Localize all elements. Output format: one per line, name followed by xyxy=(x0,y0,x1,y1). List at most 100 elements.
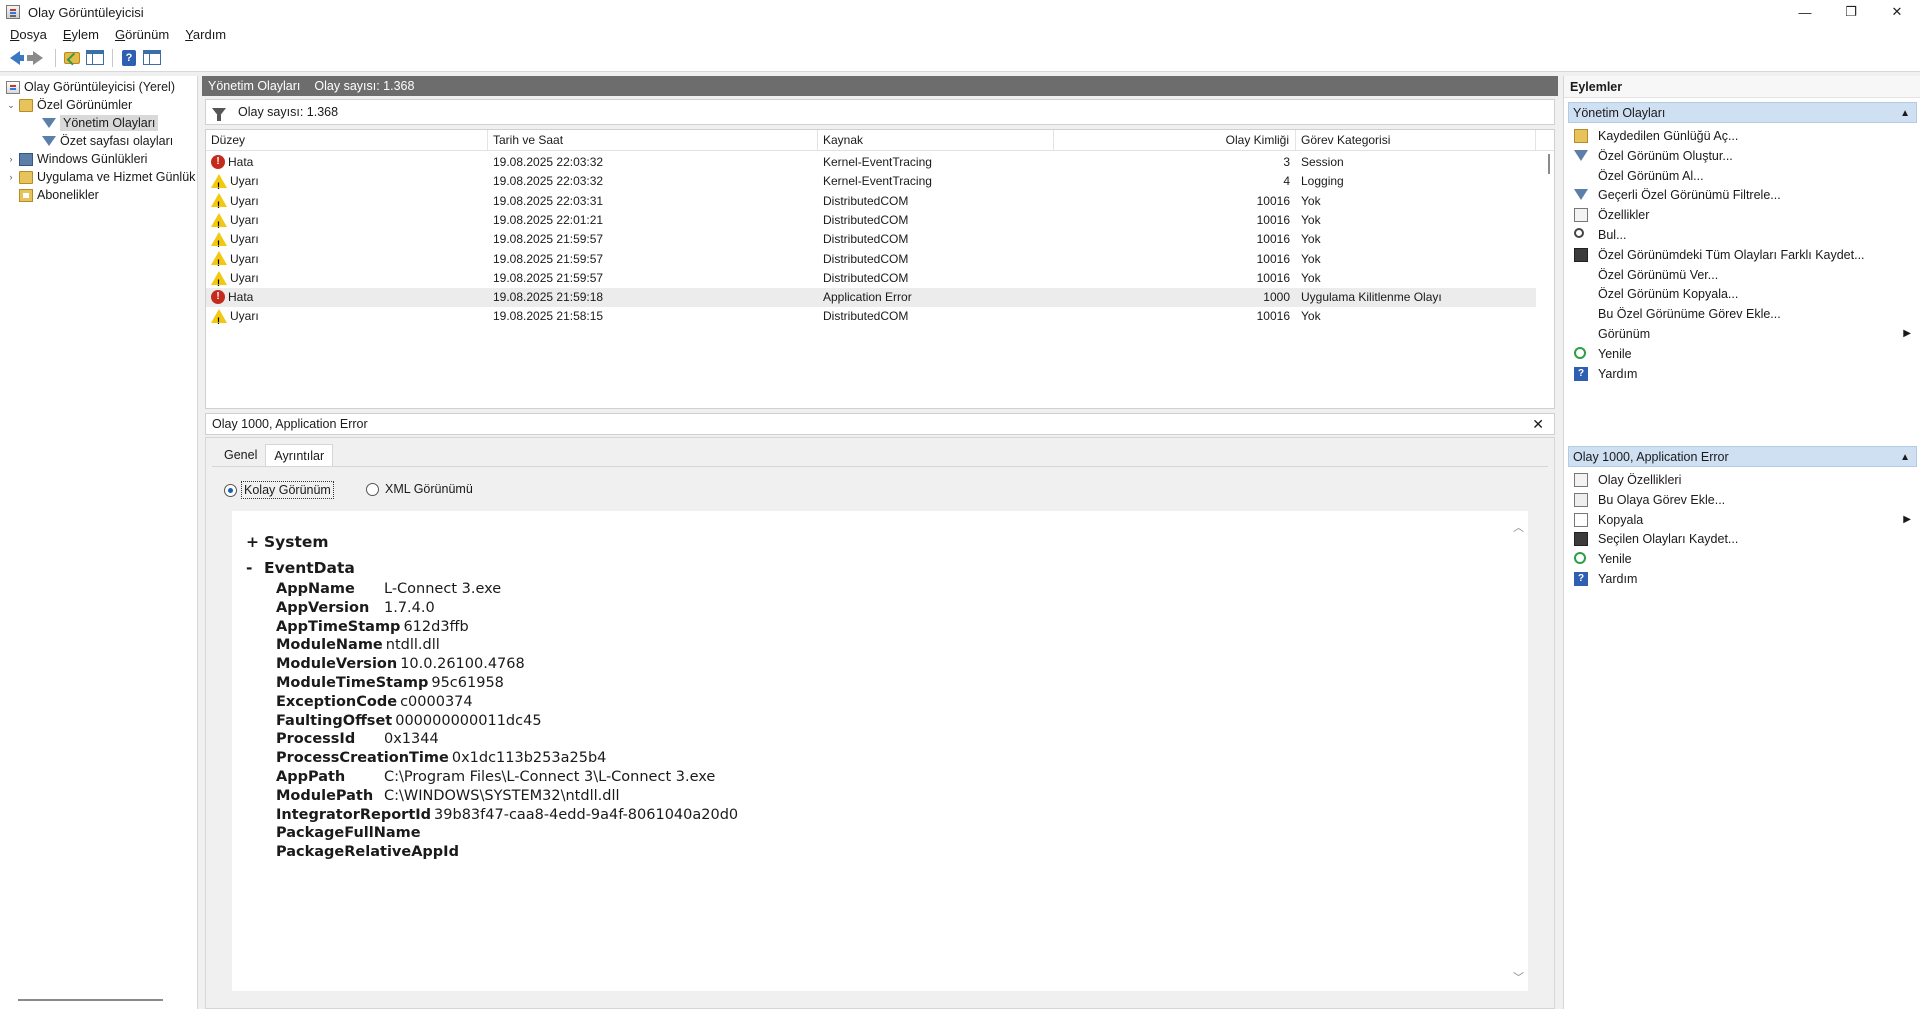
save-icon xyxy=(1574,247,1588,262)
show-hide-tree-button[interactable] xyxy=(84,47,106,69)
actions-section-admin-events[interactable]: Yönetim Olayları ▲ xyxy=(1568,102,1917,123)
tab-general[interactable]: Genel xyxy=(216,444,265,466)
cell-text: Uyarı xyxy=(230,251,259,266)
tree-node-app-service-logs[interactable]: › Uygulama ve Hizmet Günlük xyxy=(6,168,196,186)
tree-node-label: Özel Görünümler xyxy=(37,98,133,112)
column-header-datetime[interactable]: Tarih ve Saat xyxy=(488,130,818,151)
field-value: c0000374 xyxy=(400,693,473,710)
collapse-section-icon[interactable]: ▲ xyxy=(1900,447,1910,468)
back-button[interactable] xyxy=(4,47,26,69)
table-row[interactable]: ! Uyarı 19.08.2025 22:03:32 Kernel-EventTra… xyxy=(206,172,1536,191)
action-item[interactable]: ? Yardım xyxy=(1568,569,1917,589)
friendly-view-radio[interactable] xyxy=(224,483,237,497)
field-value: C:\Program Files\L-Connect 3\L-Connect 3… xyxy=(384,769,716,785)
action-item[interactable]: Özel Görünümü Ver... xyxy=(1568,265,1917,285)
tree-node-windows-logs[interactable]: › Windows Günlükleri xyxy=(6,150,148,168)
table-row[interactable]: ! Uyarı 19.08.2025 22:01:21 DistributedCOM 1… xyxy=(206,211,1536,230)
show-hide-action-pane-button[interactable] xyxy=(141,47,163,69)
table-row[interactable]: ! Hata 19.08.2025 21:59:18 Application Erro… xyxy=(206,288,1536,308)
actions-section-event[interactable]: Olay 1000, Application Error ▲ xyxy=(1568,446,1917,467)
tree-node-admin-events[interactable]: Yönetim Olayları xyxy=(42,114,159,132)
close-button[interactable]: ✕ xyxy=(1874,0,1920,24)
tree-node-subscriptions[interactable]: Abonelikler xyxy=(6,186,99,204)
table-row[interactable]: ! Uyarı 19.08.2025 21:59:57 DistributedCOM 1… xyxy=(206,269,1536,288)
column-header-level[interactable]: Düzey xyxy=(206,130,488,151)
expand-icon[interactable]: › xyxy=(6,154,16,164)
tree-node-root[interactable]: Olay Görüntüleyicisi (Yerel) xyxy=(6,78,175,96)
events-table-scrollbar[interactable] xyxy=(1548,154,1550,174)
restore-button[interactable]: ❐ xyxy=(1828,0,1874,24)
cell-event-id: 10016 xyxy=(1054,307,1296,326)
column-header-task-category[interactable]: Görev Kategorisi xyxy=(1296,130,1536,151)
action-item[interactable]: Yenile xyxy=(1568,549,1917,569)
collapse-icon[interactable]: ⌄ xyxy=(6,100,16,111)
cell-event-id: 4 xyxy=(1054,172,1296,191)
cell-text: DistributedCOM xyxy=(823,232,909,247)
tree-node-custom-views[interactable]: ⌄ Özel Görünümler xyxy=(6,96,132,114)
minimize-button[interactable]: — xyxy=(1782,0,1828,24)
cell-datetime: 19.08.2025 22:03:32 xyxy=(488,172,818,191)
action-item[interactable]: Özel Görünümdeki Tüm Olayları Farklı Kay… xyxy=(1568,245,1917,265)
forward-button[interactable] xyxy=(27,47,49,69)
xml-view-radio[interactable] xyxy=(366,482,379,496)
action-item[interactable]: Bul... xyxy=(1568,225,1917,245)
xml-view-option[interactable]: XML Görünümü xyxy=(366,481,475,497)
action-item[interactable]: Geçerli Özel Görünümü Filtrele... xyxy=(1568,185,1917,205)
scroll-down-icon[interactable]: ﹀ xyxy=(1513,969,1524,985)
tab-details[interactable]: Ayrıntılar xyxy=(265,444,334,466)
tree-node-summary-events[interactable]: Özet sayfası olayları xyxy=(42,132,173,150)
up-folder-button[interactable] xyxy=(61,47,83,69)
cell-text: 10016 xyxy=(1256,251,1290,266)
table-row[interactable]: ! Hata 19.08.2025 22:03:32 Kernel-EventTrac… xyxy=(206,153,1536,172)
help-button[interactable]: ? xyxy=(118,47,140,69)
filter-icon xyxy=(1574,189,1588,201)
table-row[interactable]: ! Uyarı 19.08.2025 21:58:15 DistributedCOM 1… xyxy=(206,307,1536,326)
cell-level: ! Uyarı xyxy=(206,269,488,288)
column-header-event-id[interactable]: Olay Kimliği xyxy=(1054,130,1296,151)
cell-task: Logging xyxy=(1296,172,1536,191)
action-item[interactable]: Yenile xyxy=(1568,344,1917,364)
friendly-view-label[interactable]: Kolay Görünüm xyxy=(241,481,334,499)
cell-text: 10016 xyxy=(1256,193,1290,208)
action-item[interactable]: Bu Özel Görünüme Görev Ekle... xyxy=(1568,304,1917,324)
close-detail-button[interactable]: ✕ xyxy=(1532,416,1544,433)
action-item[interactable]: Bu Olaya Görev Ekle... xyxy=(1568,490,1917,510)
menu-label: ardım xyxy=(192,26,227,42)
table-row[interactable]: ! Uyarı 19.08.2025 21:59:57 DistributedCOM 1… xyxy=(206,250,1536,269)
console-tree-icon xyxy=(86,50,104,65)
menu-eylem[interactable]: Eylem xyxy=(57,27,105,42)
action-item[interactable]: ? Yardım xyxy=(1568,364,1917,384)
menu-dosya[interactable]: Dosya xyxy=(4,27,53,42)
action-item[interactable]: Kaydedilen Günlüğü Aç... xyxy=(1568,126,1917,146)
xml-view-label[interactable]: XML Görünümü xyxy=(383,481,475,497)
expand-icon[interactable]: › xyxy=(6,172,16,182)
action-item[interactable]: Özel Görünüm Kopyala... xyxy=(1568,284,1917,304)
collapse-section-icon[interactable]: ▲ xyxy=(1900,103,1910,124)
menu-gorunum[interactable]: Görünüm xyxy=(109,27,175,42)
action-item[interactable]: Özel Görünüm Oluştur... xyxy=(1568,146,1917,166)
tree-horizontal-scrollbar[interactable] xyxy=(18,999,163,1001)
column-header-source[interactable]: Kaynak xyxy=(818,130,1054,151)
action-item[interactable]: Özel Görünüm Al... xyxy=(1568,166,1917,186)
table-row[interactable]: ! Uyarı 19.08.2025 21:59:57 DistributedCOM 1… xyxy=(206,230,1536,249)
table-row[interactable]: ! Uyarı 19.08.2025 22:03:31 DistributedCOM 1… xyxy=(206,192,1536,211)
cell-datetime: 19.08.2025 22:03:31 xyxy=(488,192,818,211)
menu-yardim[interactable]: Yardım xyxy=(179,27,232,42)
action-item[interactable]: Görünüm ▶ xyxy=(1568,324,1917,344)
scroll-up-icon[interactable]: ︿ xyxy=(1513,519,1524,535)
cell-text: Yok xyxy=(1301,251,1321,266)
cell-text: Yok xyxy=(1301,270,1321,285)
action-item[interactable]: Özellikler xyxy=(1568,205,1917,225)
events-table-header: Düzey Tarih ve Saat Kaynak Olay Kimliği … xyxy=(206,130,1554,151)
eventdata-section[interactable]: - EventData xyxy=(246,559,355,577)
action-item[interactable]: Kopyala ▶ xyxy=(1568,510,1917,530)
system-section[interactable]: + System xyxy=(246,533,329,551)
action-label: Bul... xyxy=(1598,228,1627,242)
actions-title: Eylemler xyxy=(1564,76,1920,98)
friendly-view-option[interactable]: Kolay Görünüm xyxy=(224,481,334,499)
expand-system-toggle[interactable]: + xyxy=(246,533,264,551)
action-item[interactable]: Seçilen Olayları Kaydet... xyxy=(1568,529,1917,549)
action-label: Özel Görünüm Kopyala... xyxy=(1598,287,1739,302)
action-item[interactable]: Olay Özellikleri xyxy=(1568,470,1917,490)
collapse-eventdata-toggle[interactable]: - xyxy=(246,559,264,577)
